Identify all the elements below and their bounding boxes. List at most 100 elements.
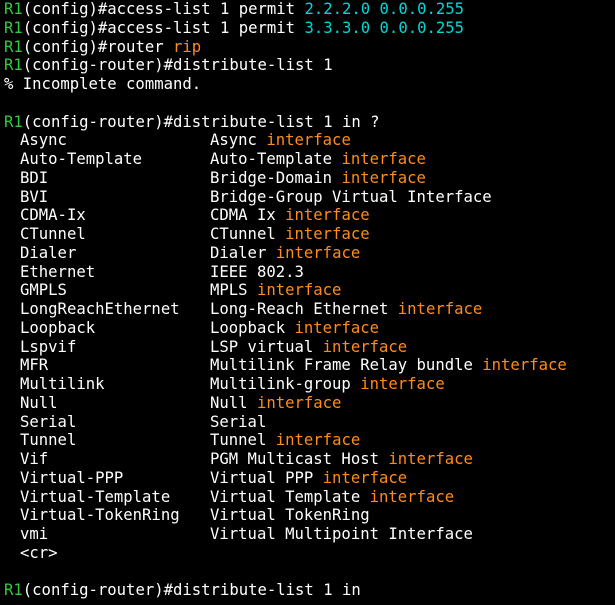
help-description-text: Bridge-Domain — [210, 168, 333, 187]
interface-keyword: interface — [341, 168, 426, 187]
help-row: Async Async interface — [0, 131, 615, 150]
help-description-text: Long-Reach Ethernet — [210, 300, 389, 318]
help-description-text: CTunnel — [210, 225, 276, 243]
help-description: PGM Multicast Host interface — [210, 450, 473, 469]
help-description: LSP virtual interface — [210, 338, 407, 357]
ip-address-text: 3.3.3.0 0.0.0.255 — [304, 18, 465, 37]
help-row: Dialer Dialer interface — [0, 244, 615, 263]
help-description: Long-Reach Ethernet interface — [210, 300, 482, 319]
help-keyword: Vif — [20, 450, 49, 468]
help-keyword: CDMA-Ix — [20, 206, 86, 225]
command-line: R1(config)#access-list 1 permit 3.3.3.0 … — [4, 19, 464, 38]
help-keyword: <cr> — [20, 543, 58, 562]
interface-keyword: interface — [266, 131, 351, 150]
help-description: Bridge-Group Virtual Interface — [210, 188, 492, 207]
help-description: IEEE 802.3 — [210, 263, 304, 282]
interface-keyword: interface — [482, 356, 567, 375]
interface-keyword: interface — [275, 243, 361, 262]
help-keyword: Auto-Template — [20, 150, 143, 168]
help-row: BDI Bridge-Domain interface — [0, 169, 615, 188]
help-description-text: Virtual TokenRing — [210, 506, 370, 525]
help-description: Dialer interface — [210, 244, 360, 263]
interface-keyword: interface — [369, 487, 455, 506]
help-description-text: Virtual Multipoint Interface — [210, 525, 473, 543]
help-description-text: PGM Multicast Host — [210, 450, 379, 468]
help-description-text: Auto-Template — [210, 150, 333, 168]
help-row: Null Null interface — [0, 394, 615, 413]
interface-keyword: interface — [360, 375, 445, 393]
prompt-mode: (config-router)# — [22, 56, 173, 75]
command-line: R1(config)#router rip — [4, 38, 201, 57]
help-row: Multilink Multilink-group interface — [0, 375, 615, 394]
help-row: LongReachEthernet Long-Reach Ethernet int… — [0, 300, 615, 319]
help-row: Virtual-Template Virtual Template interfa… — [0, 488, 615, 507]
ip-address-text: 2.2.2.0 0.0.0.255 — [304, 0, 465, 18]
help-keyword: Dialer — [20, 243, 77, 262]
help-row: Auto-Template Auto-Template interface — [0, 150, 615, 169]
prompt-mode: (config)# — [22, 37, 108, 56]
interface-keyword: interface — [322, 468, 408, 487]
help-row: Tunnel Tunnel interface — [0, 431, 615, 450]
prompt-hostname: R1 — [4, 18, 23, 37]
help-description: Serial — [210, 413, 266, 432]
help-description-text: Tunnel — [210, 431, 267, 450]
help-description-text: Virtual Template — [210, 487, 361, 506]
help-row: Serial Serial — [0, 413, 615, 432]
help-row: Ethernet IEEE 802.3 — [0, 263, 615, 282]
help-keyword: Loopback — [20, 318, 96, 337]
help-row: Lspvif LSP virtual interface — [0, 338, 615, 357]
interface-keyword: interface — [341, 150, 426, 168]
prompt-hostname: R1 — [4, 581, 23, 600]
help-keyword: Lspvif — [20, 337, 77, 356]
help-description: Virtual PPP interface — [210, 469, 407, 488]
command-text: distribute-list 1 in — [173, 581, 361, 600]
help-description-text: Async — [210, 131, 257, 150]
help-description: MPLS interface — [210, 281, 341, 300]
help-keyword: BDI — [20, 168, 49, 187]
help-description: Auto-Template interface — [210, 150, 426, 169]
interface-keyword: interface — [397, 300, 483, 318]
help-row: vmi Virtual Multipoint Interface — [0, 525, 615, 544]
help-row: Vif PGM Multicast Host interface — [0, 450, 615, 469]
interface-keyword: interface — [256, 393, 342, 412]
help-description-text: Null — [210, 393, 248, 412]
help-row: GMPLS MPLS interface — [0, 281, 615, 300]
help-description-text: IEEE 802.3 — [210, 262, 304, 281]
help-keyword: Async — [20, 131, 67, 150]
help-description: Null interface — [210, 394, 341, 413]
command-text: router — [107, 37, 173, 56]
help-description: CTunnel interface — [210, 225, 370, 244]
help-description: Multilink-group interface — [210, 375, 445, 394]
prompt-hostname: R1 — [4, 56, 23, 75]
help-keyword: Virtual-TokenRing — [20, 506, 180, 525]
command-line: R1(config-router)#distribute-list 1 — [4, 56, 333, 75]
help-description-text: Loopback — [210, 318, 286, 337]
help-description-text: Bridge-Group Virtual Interface — [210, 187, 492, 206]
help-description-text: LSP virtual — [210, 337, 314, 356]
prompt-hostname: R1 — [4, 0, 23, 18]
error-message: % Incomplete command. — [4, 75, 201, 94]
help-keyword: Virtual-PPP — [20, 468, 124, 487]
command-text: distribute-list 1 in ? — [173, 112, 380, 131]
help-row: Virtual-TokenRing Virtual TokenRing — [0, 506, 615, 525]
interface-keyword: interface — [256, 281, 342, 300]
message-text: % Incomplete command. — [4, 75, 202, 93]
help-description-text: CDMA Ix — [210, 206, 276, 225]
help-description: Tunnel interface — [210, 431, 360, 450]
help-keyword: Tunnel — [20, 431, 77, 450]
help-row: CTunnel CTunnel interface — [0, 225, 615, 244]
help-description: Async interface — [210, 131, 351, 150]
help-keyword: BVI — [20, 187, 49, 206]
help-description: Virtual Template interface — [210, 488, 454, 507]
help-row: MFR Multilink Frame Relay bundle interfac… — [0, 356, 615, 375]
terminal-window[interactable]: R1(config)#access-list 1 permit 2.2.2.0 … — [0, 0, 615, 605]
command-text: access-list 1 permit — [107, 18, 305, 37]
prompt-hostname: R1 — [4, 37, 23, 56]
interface-keyword: interface — [294, 318, 380, 337]
keyword-text: rip — [173, 37, 202, 56]
help-keyword: Multilink — [20, 375, 105, 393]
help-row: Virtual-PPP Virtual PPP interface — [0, 469, 615, 488]
help-description-text: MPLS — [210, 281, 248, 300]
help-keyword: Serial — [20, 412, 77, 431]
help-description-text: Dialer — [210, 243, 267, 262]
